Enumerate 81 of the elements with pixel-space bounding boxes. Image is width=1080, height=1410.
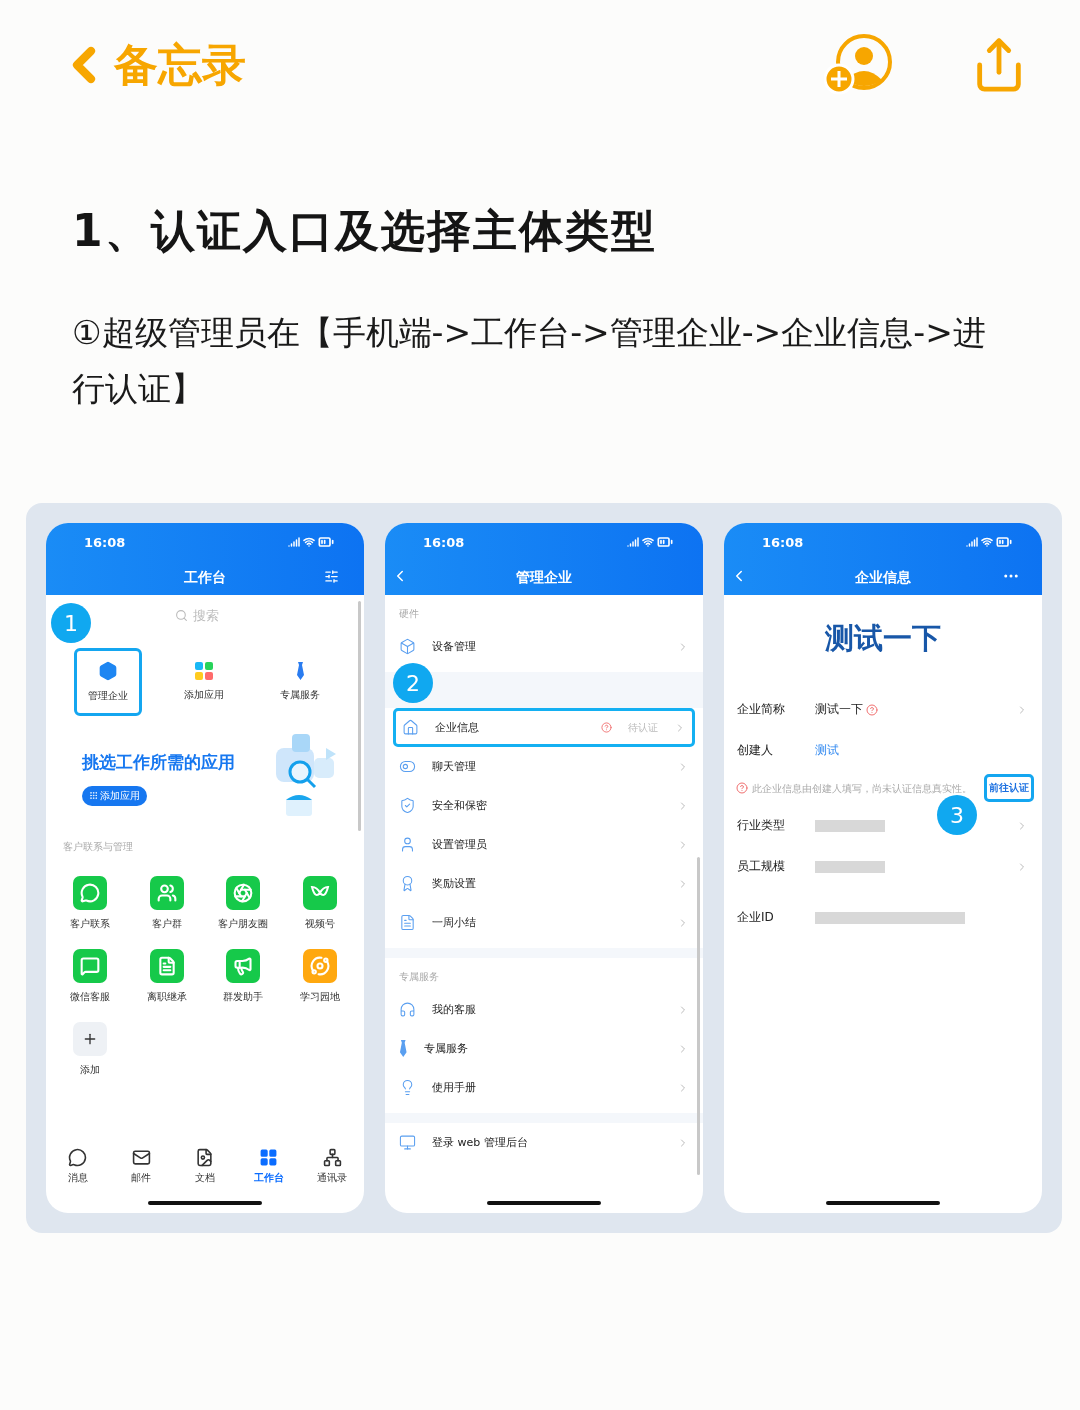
field-label: 行业类型 [737,817,786,834]
step-badge: 1 [51,603,91,643]
field-value: 测试一下 [815,701,863,718]
help-icon [601,722,612,733]
app-icon [233,956,254,976]
battery-icon [657,534,673,550]
grid-icon [89,791,98,800]
signal-icon [288,536,300,548]
wifi-icon [642,536,654,548]
status-label: 待认证 [628,720,658,735]
search-icon [175,609,188,622]
app-icon [156,956,177,976]
tab-item[interactable]: 通讯录 [300,1148,364,1185]
settings-icon[interactable] [324,568,339,584]
hexagon-icon [98,661,118,681]
screen-title: 工作台 [183,569,227,587]
note-heading: 1、认证入口及选择主体类型 [72,204,658,258]
add-app-button[interactable]: 添加应用 [82,785,147,806]
group-label: 专属服务 [398,970,440,984]
app-icon [80,956,101,976]
banner-title: 挑选工作所需的应用 [82,750,235,774]
app-item[interactable]: 视频号 [281,876,358,931]
app-grid-icon [195,662,213,680]
creator-link[interactable]: 测试 [815,742,839,759]
field-label: 企业ID [737,909,775,926]
tab-icon [259,1148,279,1167]
app-item[interactable]: 客户联系 [52,876,129,931]
help-icon [736,782,748,794]
tab-icon [68,1148,88,1167]
tie-icon [295,662,305,680]
field-label: 企业简称 [737,701,786,718]
screen-title: 管理企业 [515,569,573,587]
field-label: 创建人 [737,742,774,759]
tab-item[interactable]: 工作台 [236,1148,301,1185]
menu-icon [399,914,416,931]
tab-item[interactable]: 邮件 [109,1148,174,1185]
status-time: 16:08 [762,534,804,550]
signal-icon [966,536,978,548]
tab-item[interactable]: 文档 [173,1148,237,1185]
menu-icon [399,1001,416,1018]
menu-row[interactable]: 企业信息 待认证 [393,708,695,747]
tab-item[interactable]: 消息 [46,1148,110,1185]
menu-icon [399,638,416,655]
app-item[interactable]: 离职继承 [128,949,205,1004]
notice-text: 此企业信息由创建人填写，尚未认证信息真实性。 [752,781,973,795]
app-item[interactable]: 学习园地 [281,949,358,1004]
menu-icon [399,836,416,853]
app-icon [309,956,330,976]
shortcut-button[interactable]: 管理企业 [74,648,142,716]
menu-icon [399,1134,416,1151]
status-time: 16:08 [84,534,126,550]
status-time: 16:08 [423,534,465,550]
app-icon [156,883,177,903]
tab-icon [322,1148,342,1167]
note-text: ①超级管理员在【手机端->工作台->管理企业->企业信息->进行认证】 [72,312,987,410]
menu-icon [399,758,416,775]
group-label: 硬件 [398,607,420,621]
app-icon [80,883,101,903]
signal-icon [627,536,639,548]
field-label: 员工规模 [737,858,786,875]
app-item[interactable]: 微信客服 [52,949,129,1004]
battery-icon [318,534,334,550]
add-app-item[interactable]: 添加 [52,1022,129,1077]
verify-link[interactable]: 前往认证 [984,774,1034,802]
app-icon [233,883,254,903]
screen-title: 企业信息 [854,569,912,587]
tie-icon [399,1040,408,1057]
wifi-icon [981,536,993,548]
tab-icon [131,1148,151,1167]
menu-icon [402,719,419,736]
wifi-icon [303,536,315,548]
step-badge: 3 [937,795,977,835]
search-field[interactable]: 搜索 [175,607,235,624]
menu-icon [399,797,416,814]
app-item[interactable]: 群发助手 [205,949,282,1004]
tab-icon [195,1148,215,1167]
section-label: 客户联系与管理 [62,840,134,854]
app-item[interactable]: 客户群 [128,876,205,931]
battery-icon [996,534,1012,550]
app-item[interactable]: 客户朋友圈 [205,876,282,931]
company-name: 测试一下 [825,620,941,657]
